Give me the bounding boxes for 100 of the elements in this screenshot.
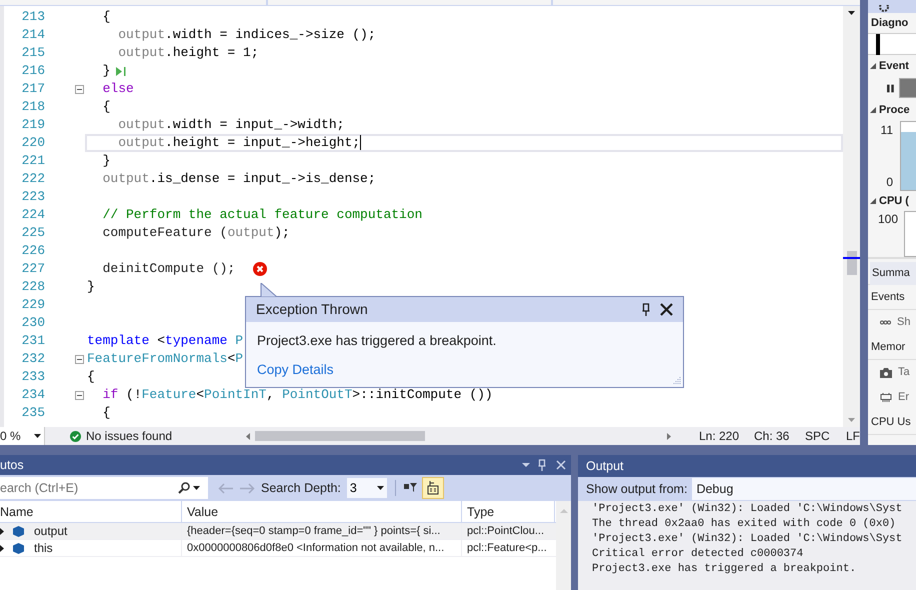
camera-icon (880, 368, 892, 378)
expand-arrow-icon[interactable] (0, 528, 4, 534)
close-icon[interactable] (660, 303, 673, 316)
scroll-up-icon (848, 11, 855, 15)
code-line: output.is_dense = input_->is_dense; (102, 170, 376, 188)
column-indicator[interactable]: Ch: 36 (754, 427, 805, 445)
exception-message: Project3.exe has triggered a breakpoint. (257, 332, 498, 350)
axis-tick: 11 (880, 122, 893, 139)
table-cell: 0x0000000806d0f8e0 <Information not available, n... (182, 540, 462, 556)
code-line: { (102, 404, 110, 422)
section-heading: Event (879, 58, 909, 74)
expand-icon[interactable] (870, 198, 876, 204)
line-number: 234 (20, 386, 45, 404)
variable-icon (13, 526, 24, 536)
section-heading: Events (871, 290, 905, 305)
output-line: 'Project3.exe' (Win32): Loaded 'C:\Windows\Syst (592, 532, 904, 547)
resize-grip-icon[interactable] (672, 376, 681, 385)
output-source-combo[interactable]: Debug (692, 478, 916, 500)
pause-icon[interactable] (887, 84, 894, 92)
code-line: deinitCompute (); (102, 260, 236, 278)
scroll-right-icon[interactable] (666, 432, 671, 440)
line-number: 220 (20, 134, 45, 152)
line-number: 213 (20, 8, 45, 26)
code-line: template <typename P (87, 332, 244, 350)
list-item[interactable]: Sh (897, 314, 910, 331)
line-number: 232 (20, 350, 45, 368)
vertical-scrollbar[interactable] (556, 501, 571, 590)
line-number: 230 (20, 314, 45, 332)
axis-tick: 100 (878, 211, 898, 228)
code-line: FeatureFromNormals<P (87, 350, 244, 368)
line-indicator[interactable]: Ln: 220 (698, 427, 754, 445)
caret-icon (34, 434, 41, 438)
table-row[interactable]: this 0x0000000806d0f8e0 <Information not available, n... pcl::Feature<p... (0, 540, 556, 557)
expand-arrow-icon[interactable] (0, 544, 4, 552)
collapse-icon[interactable] (75, 390, 84, 400)
code-line: computeFeature (output); (102, 224, 290, 242)
popup-title: Exception Thrown (256, 300, 369, 319)
step-icon[interactable] (116, 66, 126, 76)
error-icon[interactable] (253, 262, 268, 276)
line-number: 226 (20, 242, 45, 260)
table-cell: {header={seq=0 stamp=0 frame_id="" } points={ si... (182, 523, 462, 539)
expand-icon[interactable] (870, 107, 876, 113)
code-line: } (102, 62, 110, 80)
caret-icon (376, 486, 384, 490)
line-number: 216 (20, 62, 45, 80)
list-item[interactable]: Er (898, 389, 909, 406)
search-field[interactable]: earch (Ctrl+E) (0, 477, 178, 499)
variable-icon (13, 542, 24, 554)
search-depth-label: Search Depth: (261, 480, 341, 497)
line-number: 224 (20, 206, 45, 224)
output-line: 'Project3.exe' (Win32): Loaded 'C:\Windows\Syst (592, 502, 904, 517)
code-line: output.width = input_->width; (117, 116, 344, 134)
output-source-label: Show output from: (586, 480, 688, 498)
table-cell-text: output (34, 523, 68, 540)
line-number: 217 (20, 80, 45, 98)
line-number: 228 (20, 278, 45, 296)
line-number: 223 (20, 188, 45, 206)
collapse-icon[interactable] (75, 354, 84, 364)
code-line: output.width = indices_->size (); (117, 26, 376, 44)
summary-tab[interactable]: Summa (870, 262, 916, 285)
line-number: 219 (20, 116, 45, 134)
issues-status: No issues found (86, 428, 174, 445)
search-button[interactable] (178, 477, 208, 499)
check-icon (70, 430, 81, 442)
caret-icon (193, 486, 200, 490)
line-number: 222 (20, 170, 45, 188)
line-number: 231 (20, 332, 45, 350)
list-item[interactable]: Ta (898, 364, 910, 381)
whitespace-indicator[interactable]: SPC (804, 427, 846, 445)
collapse-icon[interactable] (75, 84, 84, 94)
vertical-scrollbar[interactable] (843, 6, 860, 427)
section-heading: Proce (879, 102, 910, 118)
zoom-combo[interactable]: 0 % (0, 427, 45, 445)
scroll-thumb[interactable] (847, 251, 857, 275)
line-ending-indicator[interactable]: LF (846, 427, 860, 445)
line-number: 218 (20, 98, 45, 116)
code-line: { (102, 98, 110, 116)
code-line: { (87, 368, 95, 386)
expand-icon[interactable] (870, 63, 876, 69)
copy-details-link[interactable]: Copy Details (257, 360, 334, 380)
table-row[interactable]: output {header={seq=0 stamp=0 frame_id="" } points={ si... pcl::PointClou... (0, 523, 556, 540)
panel-title: utos (0, 456, 25, 474)
panel-title: Diagno (870, 16, 910, 31)
code-line: output.height = input_->height; (117, 134, 362, 152)
position-marker (843, 257, 860, 259)
scroll-left-icon[interactable] (246, 432, 250, 440)
dropdown-icon[interactable] (522, 463, 530, 467)
settings-icon[interactable] (878, 5, 890, 13)
raw-view-toggle[interactable] (422, 477, 444, 499)
section-heading: Memor (871, 340, 906, 355)
pin-icon[interactable] (642, 303, 650, 316)
output-line: Project3.exe has triggered a breakpoint. (592, 562, 858, 577)
line-number: 225 (20, 224, 45, 242)
table-cell-text: pcl::PointClou... (466, 524, 546, 539)
search-depth-combo[interactable]: 3 (346, 478, 387, 498)
code-line: output.height = 1; (117, 44, 259, 62)
section-heading: CPU ( (879, 194, 909, 209)
table-cell-text: this (34, 540, 53, 557)
code-line: if (!Feature<PointInT, PointOutT>::initCompute ()) (102, 386, 493, 404)
horizontal-scroll-thumb[interactable] (255, 431, 425, 441)
